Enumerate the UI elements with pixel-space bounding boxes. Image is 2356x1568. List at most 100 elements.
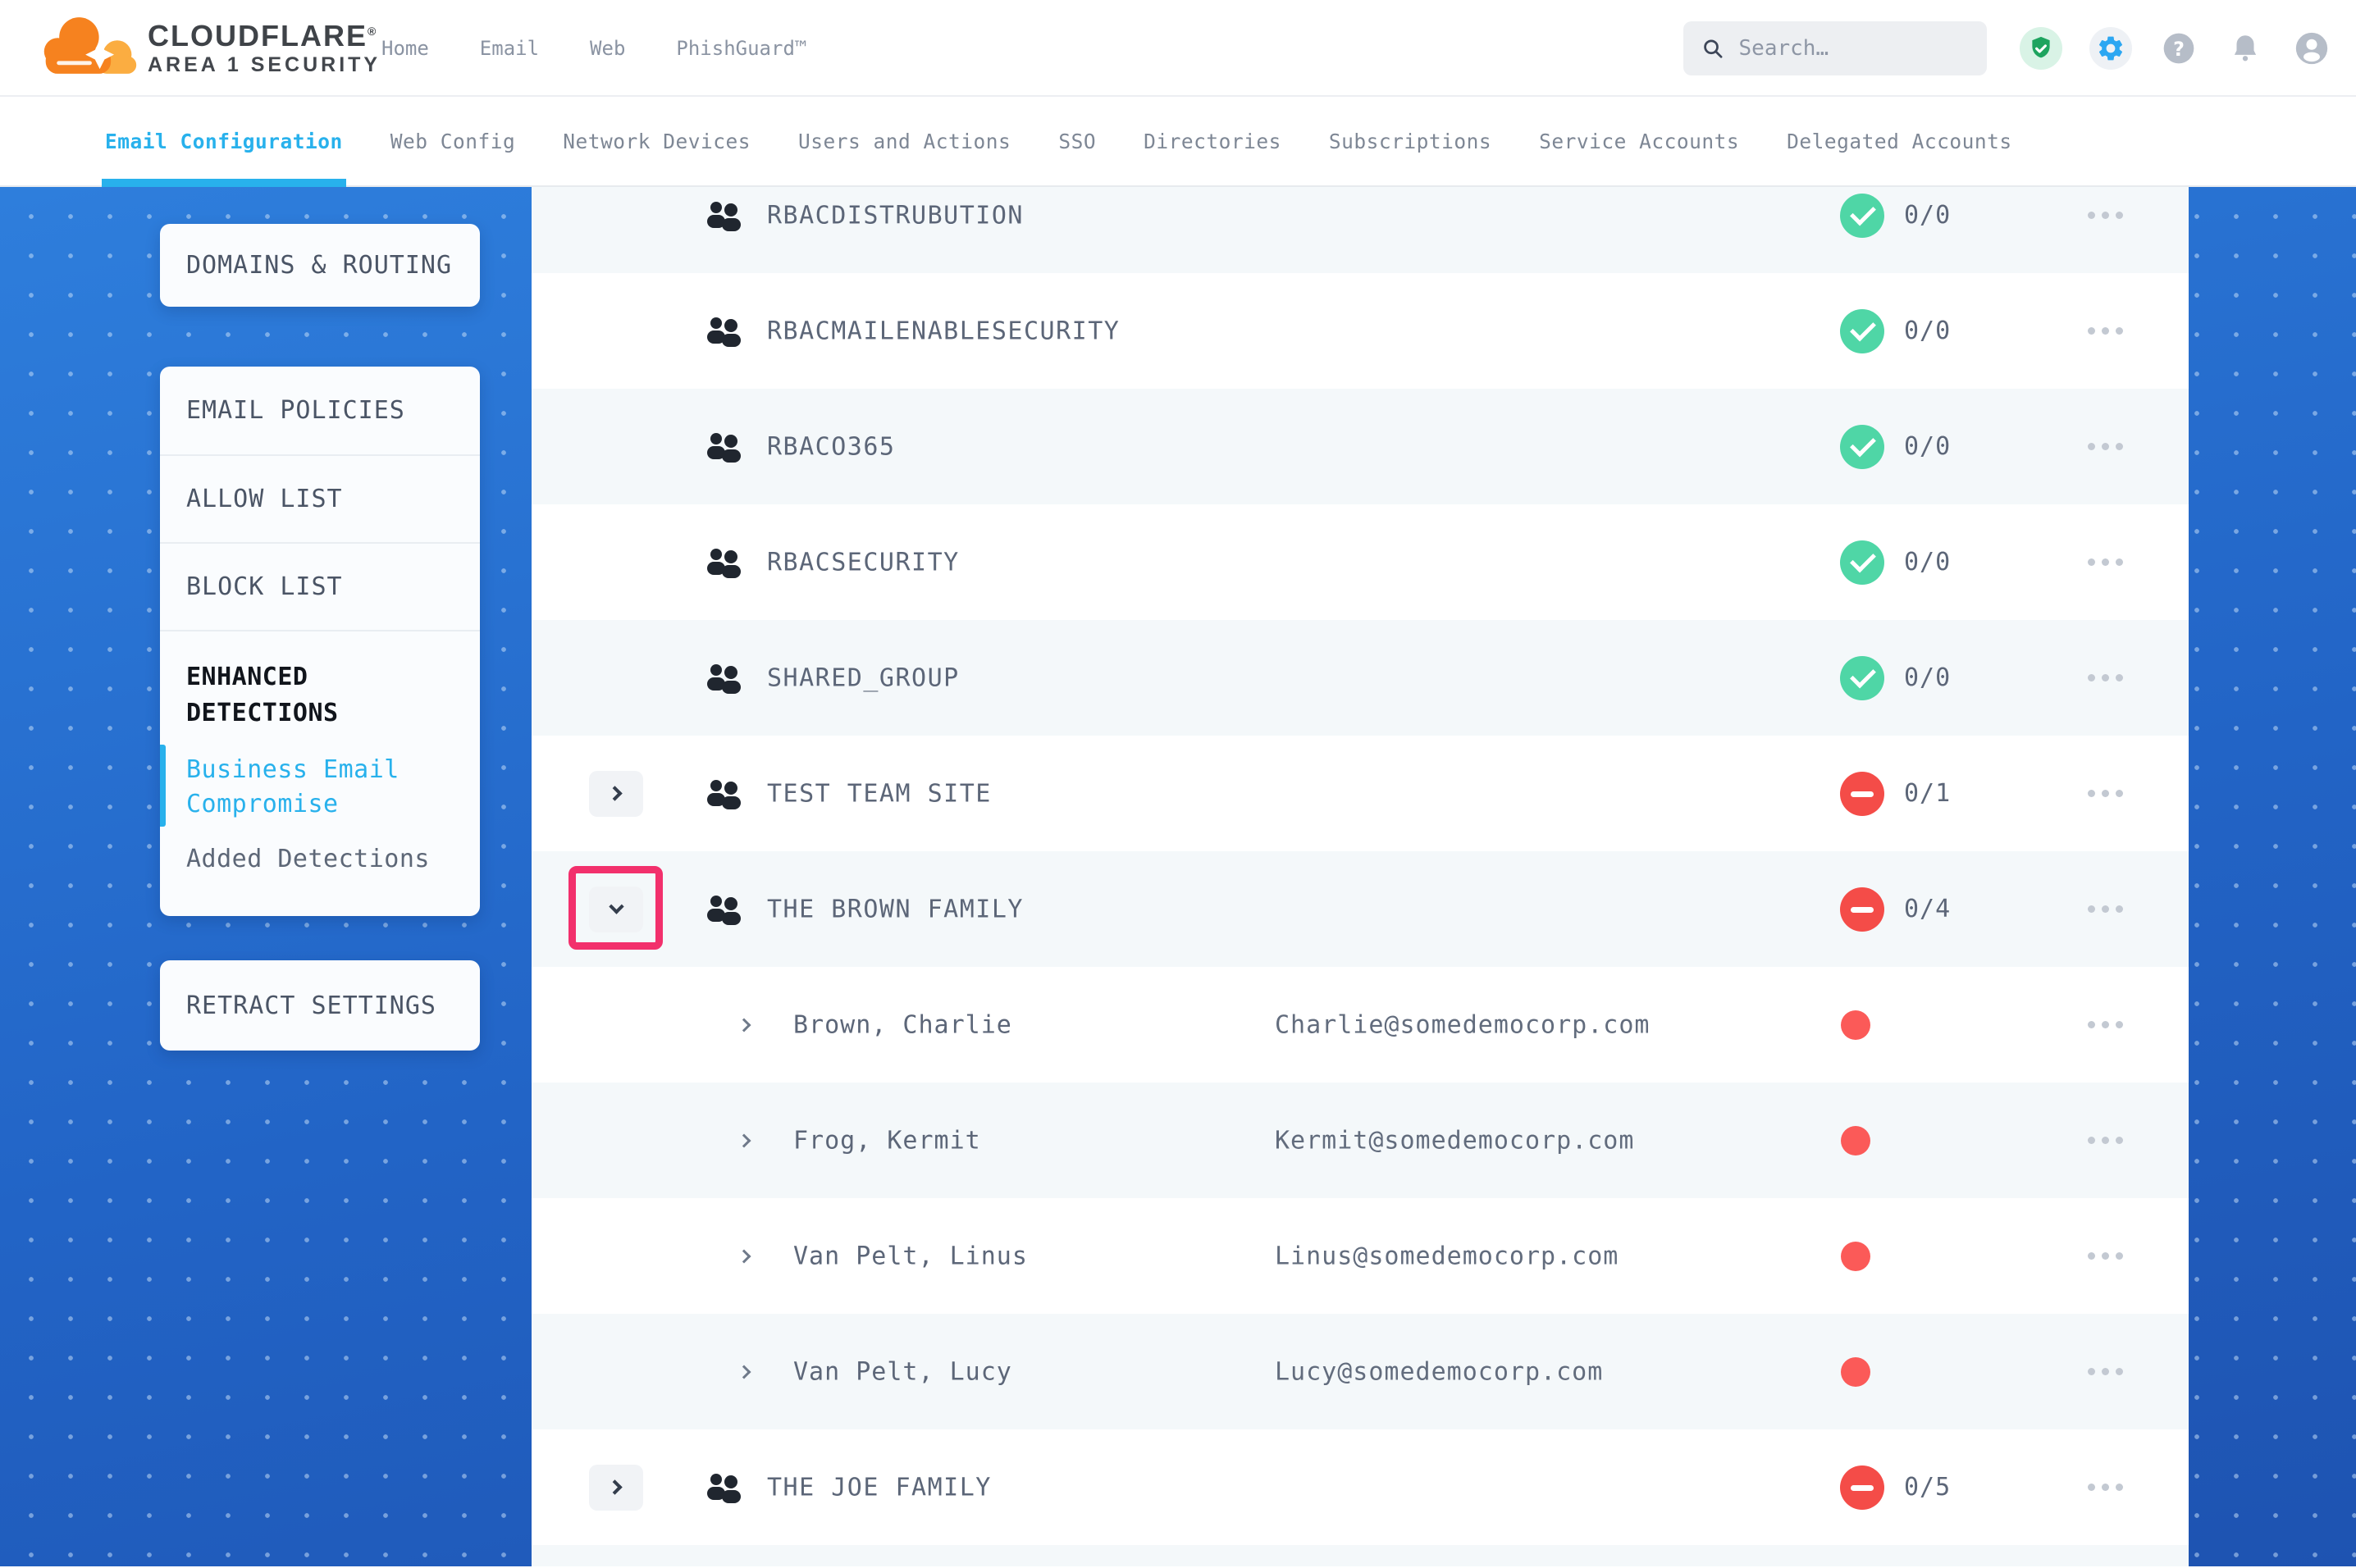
row-actions-menu[interactable] [2079, 546, 2131, 579]
row-actions-menu[interactable] [2079, 1240, 2131, 1273]
expand-toggle-button[interactable] [589, 1465, 643, 1511]
table-row-member: Brown, Charlie Charlie@somedemocorp.com [532, 967, 2189, 1083]
status-badge: 0/0 [1840, 425, 1951, 469]
row-actions-menu[interactable] [2079, 1471, 2131, 1504]
groups-table-panel: RBACDISTRUBUTION 0/0 RBACMAILENABLESECUR… [532, 187, 2189, 1566]
status-icon [1840, 309, 1884, 353]
chevron-icon [609, 899, 623, 914]
tab-email-configuration[interactable]: Email Configuration [105, 97, 343, 185]
search-box[interactable] [1683, 21, 1987, 75]
tab-network-devices[interactable]: Network Devices [563, 97, 751, 185]
status-count: 0/4 [1904, 895, 1951, 923]
row-actions-menu[interactable] [2079, 431, 2131, 463]
table-row-member: Van Pelt, Linus Linus@somedemocorp.com [532, 1198, 2189, 1314]
group-icon [705, 1472, 742, 1503]
status-badge: 0/0 [1840, 540, 1951, 585]
row-actions-menu[interactable] [2079, 777, 2131, 810]
chevron-icon [607, 786, 622, 800]
svg-text:?: ? [2173, 38, 2185, 61]
sidebar-item-added-detections[interactable]: Added Detections [186, 845, 454, 873]
sidebar-item-block-list[interactable]: BLOCK LIST [160, 542, 480, 630]
group-name: RBACSECURITY [767, 548, 960, 577]
sidebar-item-email-policies[interactable]: EMAIL POLICIES [160, 367, 480, 454]
member-name: Van Pelt, Linus [793, 1242, 1028, 1270]
sidebar-item-retract-settings[interactable]: RETRACT SETTINGS [160, 960, 480, 1051]
tab-web-config[interactable]: Web Config [390, 97, 516, 185]
status-icon [1840, 194, 1884, 238]
group-name: RBACO365 [767, 432, 896, 461]
table-row-group: RBACMAILENABLESECURITY 0/0 [532, 273, 2189, 389]
sidebar-item-label: DOMAINS & ROUTING [186, 251, 452, 280]
expand-toggle-button[interactable] [589, 771, 643, 817]
status-icon [1840, 887, 1884, 932]
status-count: 0/5 [1904, 1473, 1951, 1502]
table-row-group: THE BROWN FAMILY 0/4 [532, 851, 2189, 967]
sidebar-item-allow-list[interactable]: ALLOW LIST [160, 454, 480, 542]
row-actions-menu[interactable] [2079, 1009, 2131, 1042]
group-icon [705, 547, 742, 578]
brand-subtitle: AREA 1 SECURITY [148, 52, 381, 77]
cloudflare-cloud-icon [38, 11, 141, 80]
member-email: Charlie@somedemocorp.com [1275, 1010, 1650, 1039]
primary-nav-web[interactable]: Web [590, 37, 625, 60]
secondary-nav: Email Configuration Web Config Network Dev… [0, 97, 2356, 187]
chevron-right-icon[interactable] [737, 1365, 751, 1379]
tab-users-and-actions[interactable]: Users and Actions [798, 97, 1011, 185]
sidebar-item-enhanced-detections[interactable]: ENHANCED DETECTIONS [186, 659, 454, 732]
group-name: THE BROWN FAMILY [767, 895, 1024, 923]
expand-toggle-button[interactable] [589, 887, 643, 932]
search-input[interactable] [1739, 36, 1969, 61]
row-actions-menu[interactable] [2079, 1356, 2131, 1388]
status-dot [1841, 1242, 1870, 1271]
table-row-member: Van Pelt, Lucy Lucy@somedemocorp.com [532, 1314, 2189, 1429]
chevron-right-icon[interactable] [737, 1018, 751, 1032]
registered-mark: ® [368, 25, 377, 38]
help-icon[interactable]: ? [2159, 29, 2198, 68]
status-count: 0/0 [1904, 201, 1951, 230]
status-badge: 0/5 [1840, 1465, 1951, 1510]
tab-directories[interactable]: Directories [1144, 97, 1281, 185]
row-actions-menu[interactable] [2079, 662, 2131, 695]
member-email: Kermit@somedemocorp.com [1275, 1126, 1634, 1155]
table-row-partial [532, 1545, 2189, 1566]
group-icon [705, 663, 742, 694]
table-row-group: TEST TEAM SITE 0/1 [532, 736, 2189, 851]
row-actions-menu[interactable] [2079, 893, 2131, 926]
tab-service-accounts[interactable]: Service Accounts [1539, 97, 1739, 185]
tab-delegated-accounts[interactable]: Delegated Accounts [1787, 97, 2012, 185]
shield-check-icon[interactable] [2020, 27, 2062, 70]
table-row-group: RBACO365 0/0 [532, 389, 2189, 504]
row-actions-menu[interactable] [2079, 1124, 2131, 1157]
sidebar-item-business-email-compromise[interactable]: Business Email Compromise [186, 753, 454, 822]
table-row-group: RBACSECURITY 0/0 [532, 504, 2189, 620]
member-email: Linus@somedemocorp.com [1275, 1242, 1619, 1270]
group-icon [705, 200, 742, 231]
status-badge: 0/1 [1840, 772, 1951, 816]
status-dot [1841, 1126, 1870, 1155]
row-actions-menu[interactable] [2079, 199, 2131, 232]
primary-nav-email[interactable]: Email [480, 37, 539, 60]
notifications-bell-icon[interactable] [2226, 29, 2265, 68]
status-badge: 0/0 [1840, 194, 1951, 238]
group-name: TEST TEAM SITE [767, 779, 992, 808]
chevron-right-icon[interactable] [737, 1133, 751, 1147]
row-actions-menu[interactable] [2079, 315, 2131, 348]
group-name: RBACDISTRUBUTION [767, 201, 1024, 230]
table-row-group: RBACDISTRUBUTION 0/0 [532, 187, 2189, 273]
tab-sso[interactable]: SSO [1058, 97, 1096, 185]
primary-nav-home[interactable]: Home [381, 37, 429, 60]
cloudflare-logo: CLOUDFLARE® AREA 1 SECURITY [38, 11, 381, 80]
primary-nav-phishguard[interactable]: PhishGuard™ [676, 37, 806, 60]
account-avatar-icon[interactable] [2292, 29, 2331, 68]
group-icon [705, 431, 742, 463]
status-count: 0/1 [1904, 779, 1951, 808]
tab-subscriptions[interactable]: Subscriptions [1329, 97, 1491, 185]
sidebar-item-domains-routing[interactable]: DOMAINS & ROUTING [160, 224, 480, 307]
chevron-right-icon[interactable] [737, 1249, 751, 1263]
sidebar-item-label: RETRACT SETTINGS [186, 991, 436, 1020]
chevron-icon [607, 1479, 622, 1494]
status-count: 0/0 [1904, 663, 1951, 692]
group-icon [705, 894, 742, 925]
settings-gear-icon[interactable] [2089, 27, 2132, 70]
group-icon [705, 316, 742, 347]
